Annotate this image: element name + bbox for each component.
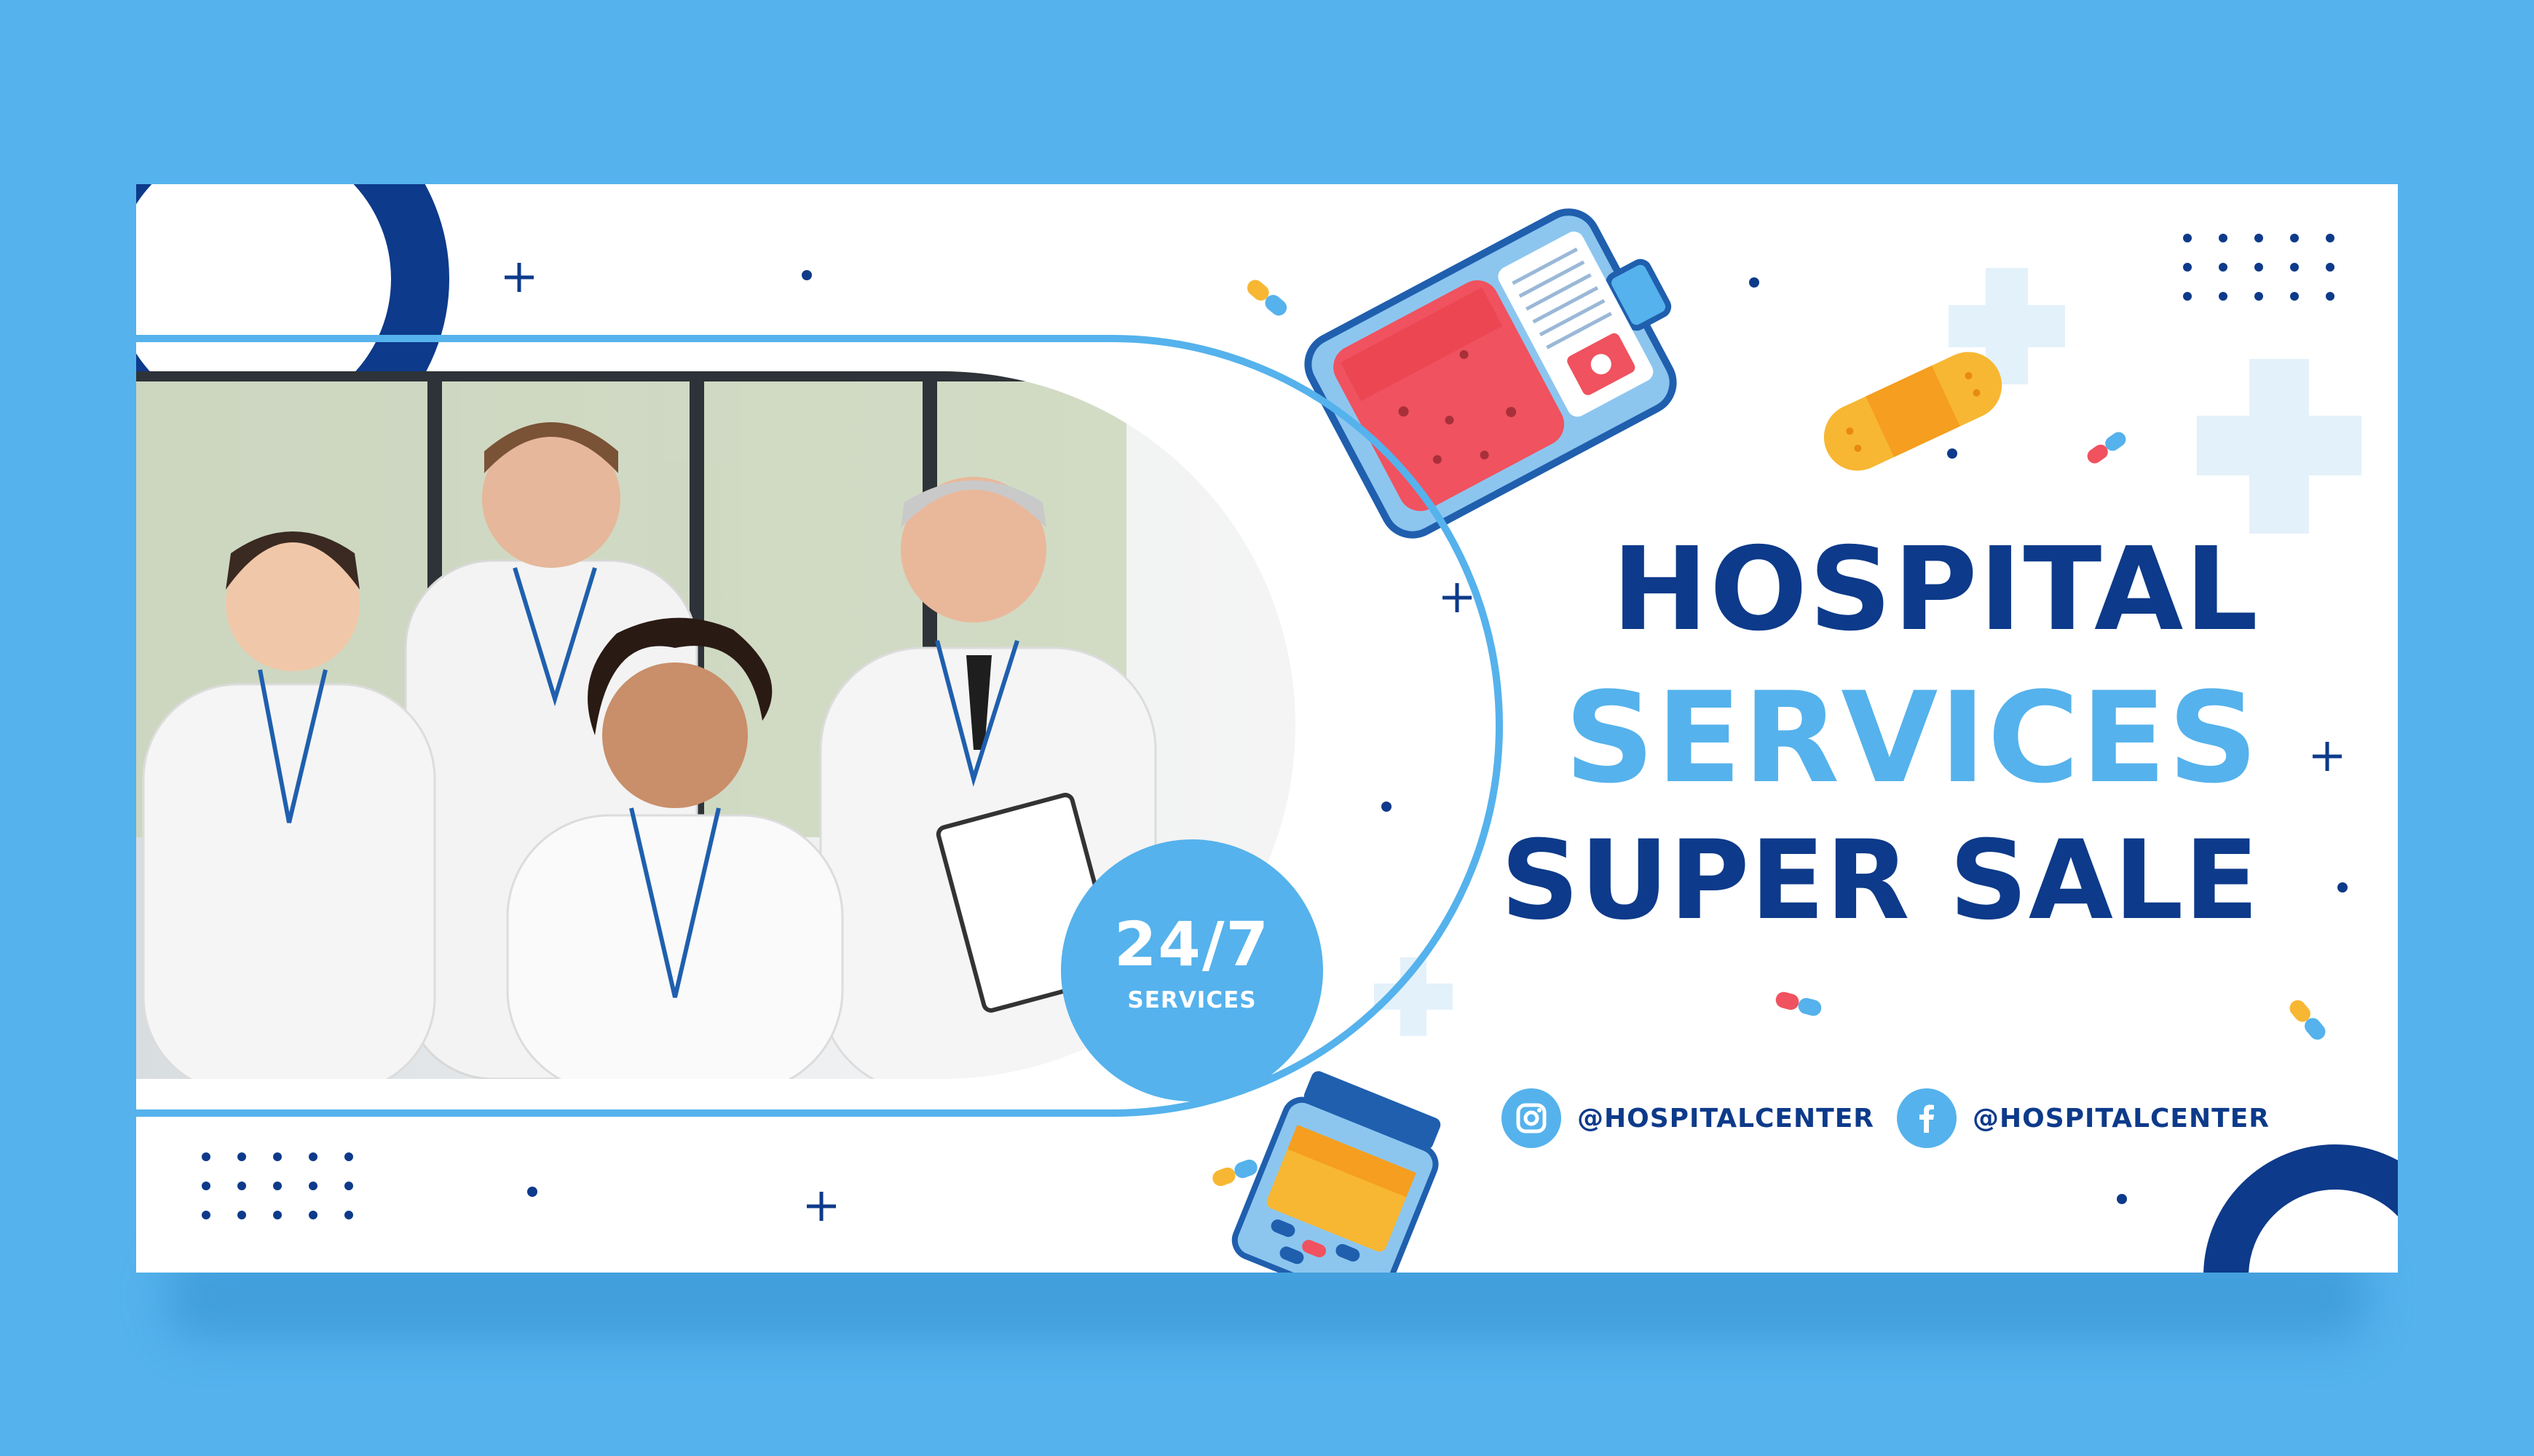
instagram-handle-text: @HOSPITALCENTER [1577,1103,1875,1133]
pill-capsule-icon [2087,432,2126,464]
instagram-icon [1501,1088,1561,1148]
medical-cross-icon [2197,359,2361,534]
bandage-icon [1823,352,2002,471]
ring-shape-bottom-right [2203,1144,2398,1273]
dot-grid-icon [2183,234,2334,301]
headline-line-2: SERVICES [1564,665,2259,811]
headline-line-3: SUPER SALE [1500,818,2259,944]
plus-icon [2313,742,2342,771]
facebook-handle[interactable]: @HOSPITALCENTER [1897,1087,2270,1150]
instagram-handle[interactable]: @HOSPITALCENTER [1501,1087,1874,1150]
headline-line-1: HOSPITAL [1611,523,2259,657]
facebook-handle-text: @HOSPITALCENTER [1973,1103,2270,1133]
promo-banner: 24/7 SERVICES HOSPITAL SERVICES SUPER SA… [136,184,2398,1273]
pill-capsule-icon [1775,992,1822,1016]
facebook-icon [1897,1088,1957,1148]
badge-sub-text: SERVICES [1127,987,1257,1013]
availability-badge: 24/7 SERVICES [1061,839,1323,1101]
badge-main-text: 24/7 [1113,909,1271,980]
pill-capsule-icon [2289,1000,2326,1040]
